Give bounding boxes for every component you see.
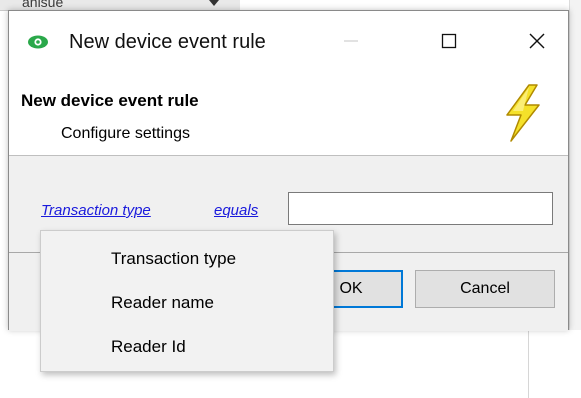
maximize-button[interactable] — [429, 23, 469, 59]
cancel-button[interactable]: Cancel — [415, 270, 555, 308]
minimize-button[interactable] — [331, 23, 371, 59]
title-bar[interactable]: New device event rule — [9, 11, 568, 73]
lightning-bolt-icon — [506, 84, 540, 142]
background-dropdown-arrow-icon — [209, 0, 219, 6]
close-button[interactable] — [517, 23, 557, 59]
maximize-icon — [441, 33, 457, 49]
menu-item-reader-name[interactable]: Reader name — [41, 281, 333, 325]
header-subtitle: Configure settings — [61, 125, 190, 142]
close-icon — [529, 33, 545, 49]
eye-app-icon — [28, 35, 48, 49]
dialog-header: New device event rule Configure settings — [9, 73, 568, 156]
window-title: New device event rule — [69, 31, 266, 53]
field-dropdown-menu: Transaction type Reader name Reader Id — [40, 230, 334, 372]
field-selector-link[interactable]: Transaction type — [41, 202, 151, 219]
background-text-fragment: anisue — [22, 0, 64, 10]
menu-item-transaction-type[interactable]: Transaction type — [41, 237, 333, 281]
background-window-edge — [569, 0, 581, 330]
background-panel — [528, 330, 581, 398]
condition-value-input[interactable] — [288, 192, 553, 225]
operator-selector-link[interactable]: equals — [214, 202, 258, 219]
minimize-icon — [344, 40, 358, 42]
header-title: New device event rule — [21, 91, 199, 110]
menu-item-reader-id[interactable]: Reader Id — [41, 325, 333, 369]
